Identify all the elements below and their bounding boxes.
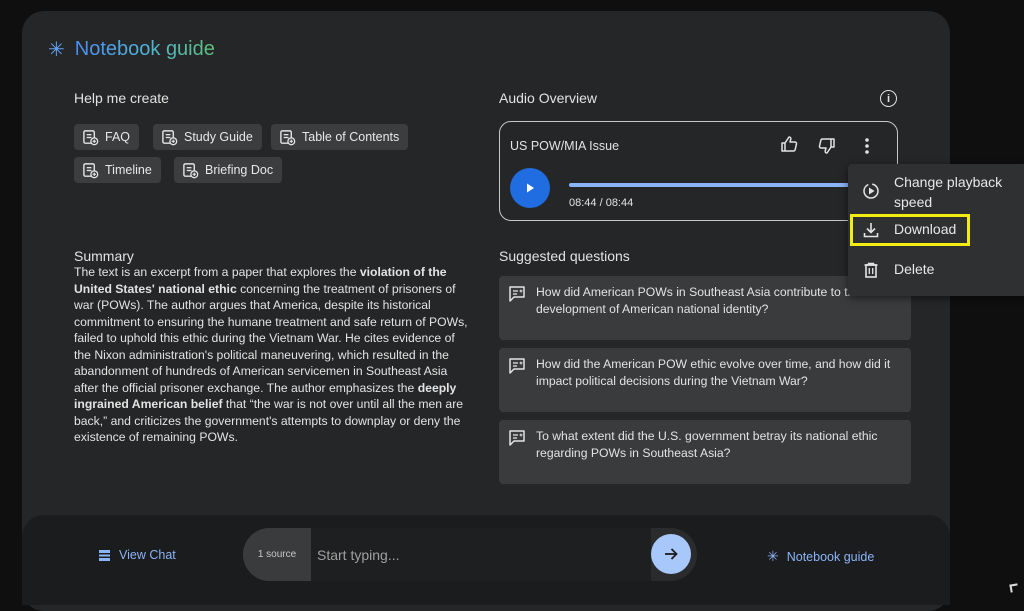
audio-title: US POW/MIA Issue [510,139,620,153]
thumbs-up-icon [781,136,798,152]
suggested-question[interactable]: How did the American POW ethic evolve ov… [499,348,911,412]
help-me-create-heading: Help me create [74,90,169,106]
notebook-guide-button[interactable]: ✳ Notebook guide [767,548,874,565]
chip-label: Briefing Doc [205,163,274,177]
more-vert-icon [865,138,869,154]
summary-text: The text is an excerpt from a paper that… [74,264,470,446]
chat-question-icon [509,358,525,374]
summary-text-part: concerning the treatment of prisoners of… [74,281,468,395]
menu-item-label: Delete [894,261,935,277]
summary-heading: Summary [74,248,134,264]
arrow-right-icon [665,548,678,560]
sparkle-icon: ✳ [48,38,65,61]
mouse-cursor-icon [1009,583,1019,593]
play-icon [527,183,534,193]
note-add-icon [83,162,99,178]
thumbs-up-button[interactable] [778,133,800,155]
note-add-icon [162,129,178,145]
notebook-guide-header: ✳ Notebook guide [48,38,215,61]
audio-progress-bar[interactable] [569,183,859,187]
chip-label: FAQ [105,130,131,144]
delete-item[interactable]: Delete [848,261,1024,279]
suggested-question[interactable]: To what extent did the U.S. government b… [499,420,911,484]
playback-speed-icon [863,183,879,199]
chat-input-container: 1 source [243,528,697,581]
audio-overview-heading: Audio Overview [499,90,598,106]
audio-overview-card: US POW/MIA Issue 08:44 / 08:44 [499,121,898,221]
info-icon[interactable]: i [880,90,897,107]
notebook-guide-label: Notebook guide [786,549,875,564]
change-playback-speed-item[interactable]: Change playback speed [848,172,1024,212]
note-add-icon [280,129,296,145]
send-button[interactable] [651,534,691,574]
more-options-button[interactable] [858,135,876,157]
suggested-questions-heading: Suggested questions [499,248,630,264]
briefing-doc-chip[interactable]: Briefing Doc [174,157,283,183]
view-chat-label: View Chat [119,548,176,562]
chat-question-icon [509,286,525,302]
audio-time: 08:44 / 08:44 [569,197,634,209]
view-chat-button[interactable]: View Chat [98,548,176,562]
chat-input[interactable] [311,528,651,581]
summary-text-part: The text is an excerpt from a paper that… [74,265,360,279]
page-title: Notebook guide [74,38,215,60]
menu-item-label: Change playback speed [894,174,1003,210]
note-add-icon [183,162,199,178]
study-guide-chip[interactable]: Study Guide [153,124,262,150]
chat-list-icon [99,549,110,561]
chat-question-icon [509,430,525,446]
question-text: How did American POWs in Southeast Asia … [536,285,862,316]
thumbs-down-icon [818,138,835,154]
chip-label: Study Guide [184,130,253,144]
chip-label: Table of Contents [302,130,400,144]
source-count-button[interactable]: 1 source [243,528,311,581]
sparkle-icon: ✳ [767,548,779,564]
download-highlight-box [850,214,970,246]
question-text: How did the American POW ethic evolve ov… [536,357,891,388]
trash-icon [864,262,878,278]
table-of-contents-chip[interactable]: Table of Contents [271,124,409,150]
faq-chip[interactable]: FAQ [74,124,140,150]
thumbs-down-button[interactable] [816,135,838,157]
play-button[interactable] [510,168,550,208]
question-text: To what extent did the U.S. government b… [536,429,878,460]
chip-label: Timeline [105,163,152,177]
note-add-icon [83,129,99,145]
timeline-chip[interactable]: Timeline [74,157,161,183]
